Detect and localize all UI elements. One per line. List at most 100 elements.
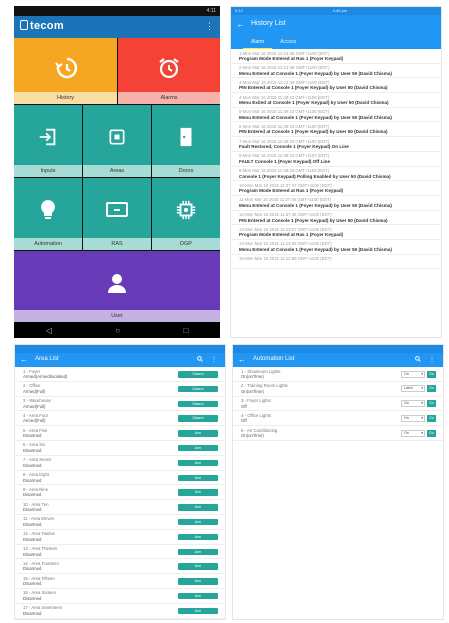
caret-down-icon: ▾ — [421, 386, 423, 391]
overflow-menu-icon[interactable]: ⋮ — [205, 21, 214, 32]
search-icon[interactable] — [197, 356, 203, 364]
tile-alarms[interactable]: Alarms — [118, 38, 220, 104]
list-item[interactable]: 11-Mon Mar 16 2015 11:37:46 GMT+1100 (ED… — [231, 196, 441, 211]
tile-label: Inputs — [14, 165, 82, 177]
tab-access[interactable]: Access — [272, 35, 304, 49]
event-text: PIN Entered at Console 1 (Foyer Keypad) … — [239, 85, 388, 91]
list-item[interactable]: 12-Mon Mar 16 2015 11:37:46 GMT+1100 (ED… — [231, 211, 441, 226]
tile-ras[interactable]: RAS — [83, 178, 151, 250]
list-item: 13 - Area Thirteen Disarmed Arm — [15, 545, 225, 560]
tile-dgp[interactable]: DGP — [152, 178, 220, 250]
tile-label: Automation — [14, 238, 82, 250]
home-nav-button[interactable]: ○ — [115, 326, 120, 335]
tile-doors[interactable]: Doors — [152, 105, 220, 177]
status-bar — [15, 345, 225, 353]
history-tabs: Alarm Access — [231, 35, 441, 49]
area-action-button[interactable]: Disarm — [178, 385, 218, 393]
list-item[interactable]: 2-Mon Mar 16 2015 12:13:48 GMT+1100 (EDT… — [231, 64, 441, 79]
search-icon[interactable] — [415, 356, 421, 364]
go-button[interactable]: Go — [427, 385, 436, 393]
list-item: 9 - Area Nine Disarmed Arm — [15, 485, 225, 501]
caret-down-icon: ▾ — [421, 415, 423, 420]
automation-list-screen: ← Automation List ⋮ 1 - Showroom Lights O… — [232, 344, 444, 620]
brand-logo: tecom — [20, 20, 64, 32]
list-item: 12 - Area Twelve Disarmed Arm — [15, 530, 225, 545]
android-nav-bar: ◁ ○ □ — [14, 322, 220, 338]
list-item[interactable]: 9-Mon Mar 16 2015 11:48:33 GMT+1100 (EDT… — [231, 167, 441, 182]
back-arrow-icon[interactable]: ← — [236, 19, 245, 29]
mode-select[interactable]: On ▾ — [401, 414, 425, 422]
area-action-button[interactable]: Arm — [178, 518, 218, 526]
event-text: Program Mode Entered at Ras 1 (Foyer Key… — [239, 188, 344, 194]
tile-user[interactable]: User — [14, 251, 220, 322]
list-item: 5 - Air Conditioning On(onTime) On ▾ Go — [233, 426, 443, 441]
event-text: Program Mode Entered at Ras 1 (Foyer Key… — [239, 56, 344, 61]
list-item[interactable]: 6-Mon Mar 16 2015 11:48:43 GMT+1100 (EDT… — [231, 122, 441, 138]
back-nav-button[interactable]: ◁ — [46, 326, 52, 335]
area-action-button[interactable]: Disarm — [178, 371, 218, 378]
tab-alarm[interactable]: Alarm — [243, 35, 273, 49]
list-item[interactable]: 14-Mon Mar 16 2015 11:13:06 GMT+1100 (ED… — [231, 240, 441, 255]
list-item: 1 - Showroom Lights On(onTime) On ▾ Go — [233, 367, 443, 382]
list-item: 17 - Area Seventeen Disarmed Arm — [15, 604, 225, 619]
area-action-button[interactable]: Arm — [178, 430, 218, 437]
tile-inputs[interactable]: Inputs — [14, 105, 82, 177]
recents-nav-button[interactable]: □ — [183, 326, 188, 335]
status-bar: 4:11 — [14, 6, 220, 16]
automation-toolbar: ← Automation List ⋮ — [233, 345, 443, 367]
list-item[interactable]: 10-Mon Mar 16 2015 11:37:47 GMT+1100 (ED… — [231, 181, 441, 196]
go-button[interactable]: Go — [427, 414, 436, 422]
go-button[interactable]: Go — [427, 400, 436, 408]
mode-select[interactable]: On ▾ — [401, 370, 425, 378]
history-toolbar: 9:12 4:46 pm ← History List Alarm Access — [231, 7, 441, 49]
area-action-button[interactable]: Arm — [178, 607, 218, 615]
event-text: Console 1 (Foyer Keypad) Polling Enabled… — [239, 173, 391, 179]
area-action-button[interactable]: Arm — [178, 474, 218, 482]
list-item[interactable]: 4-Mon Mar 16 2015 11:48:43 GMT+1100 (EDT… — [231, 93, 441, 108]
area-action-button[interactable]: Disarm — [178, 415, 218, 422]
tile-label: Alarms — [118, 92, 220, 104]
area-action-button[interactable]: Arm — [178, 592, 218, 600]
list-item[interactable]: 3-Mon Mar 16 2015 12:12:48 GMT+1100 (EDT… — [231, 78, 441, 94]
more-icon[interactable]: ⋮ — [211, 356, 217, 363]
area-action-button[interactable]: Arm — [178, 563, 218, 570]
list-item[interactable]: 8-Mon Mar 16 2015 11:48:33 GMT+1100 (EDT… — [231, 152, 441, 167]
automation-list: 1 - Showroom Lights On(onTime) On ▾ Go 2 - Tr… — [233, 367, 443, 441]
area-action-button[interactable]: Arm — [178, 504, 218, 511]
area-action-button[interactable]: Arm — [178, 489, 218, 496]
go-button[interactable]: Go — [427, 429, 436, 437]
list-item[interactable]: 13-Mon Mar 16 2015 11:13:07 GMT+1100 (ED… — [231, 225, 441, 240]
event-text: Menu Entered at Console 1 (Foyer Keypad)… — [239, 114, 392, 120]
history-screen: 9:12 4:46 pm ← History List Alarm Access … — [230, 6, 442, 338]
mode-select[interactable]: On ▾ — [401, 429, 425, 437]
list-item[interactable]: 1-Mon Mar 16 2015 12:13:48 GMT+1100 (EDT… — [231, 49, 441, 64]
go-button[interactable]: Go — [427, 370, 436, 378]
list-item: 1 - Foyer Armed(Armed/Isolated) Disarm — [15, 367, 225, 382]
tile-automation[interactable]: Automation — [14, 178, 82, 250]
tile-areas[interactable]: Areas — [83, 105, 151, 177]
tile-history[interactable]: History — [14, 38, 117, 104]
list-item: 7 - Area Seven Disarmed Arm — [15, 456, 225, 471]
more-icon[interactable]: ⋮ — [429, 356, 435, 363]
event-text: Menu Entered at Console 1 (Foyer Keypad)… — [239, 70, 392, 76]
list-item: 6 - Area Six Disarmed Arm — [15, 441, 225, 456]
page-title: History List — [251, 20, 286, 27]
mode-select[interactable]: On ▾ — [401, 400, 425, 408]
area-action-button[interactable]: Arm — [178, 548, 218, 556]
list-item[interactable]: 7-Mon Mar 16 2015 11:48:33 GMT+1100 (EDT… — [231, 137, 441, 152]
area-action-button[interactable]: Arm — [178, 578, 218, 585]
area-action-button[interactable]: Arm — [178, 533, 218, 541]
area-action-button[interactable]: Arm — [178, 459, 218, 467]
list-item: 8 - Area Eight Disarmed Arm — [15, 471, 225, 486]
back-arrow-icon[interactable]: ← — [20, 355, 28, 364]
area-action-button[interactable]: Disarm — [178, 400, 218, 408]
back-arrow-icon[interactable]: ← — [238, 355, 246, 364]
event-text: PIN Entered at Console 1 (Foyer Keypad) … — [239, 217, 388, 223]
mode-select[interactable]: Latch ▾ — [401, 385, 425, 393]
list-item[interactable]: 5-Mon Mar 16 2015 11:48:43 GMT+1100 (EDT… — [231, 108, 441, 123]
area-list-screen: ← Area List ⋮ 1 - Foyer Armed(Armed/Isola… — [14, 344, 226, 620]
event-date: 15-Mon Mar 16 2015 11:12:58 GMT+1100 (ED… — [239, 256, 332, 262]
list-item: 10 - Area Ten Disarmed Arm — [15, 500, 225, 515]
area-action-button[interactable]: Arm — [178, 444, 218, 452]
list-item[interactable]: 15-Mon Mar 16 2015 11:12:58 GMT+1100 (ED… — [231, 255, 441, 270]
